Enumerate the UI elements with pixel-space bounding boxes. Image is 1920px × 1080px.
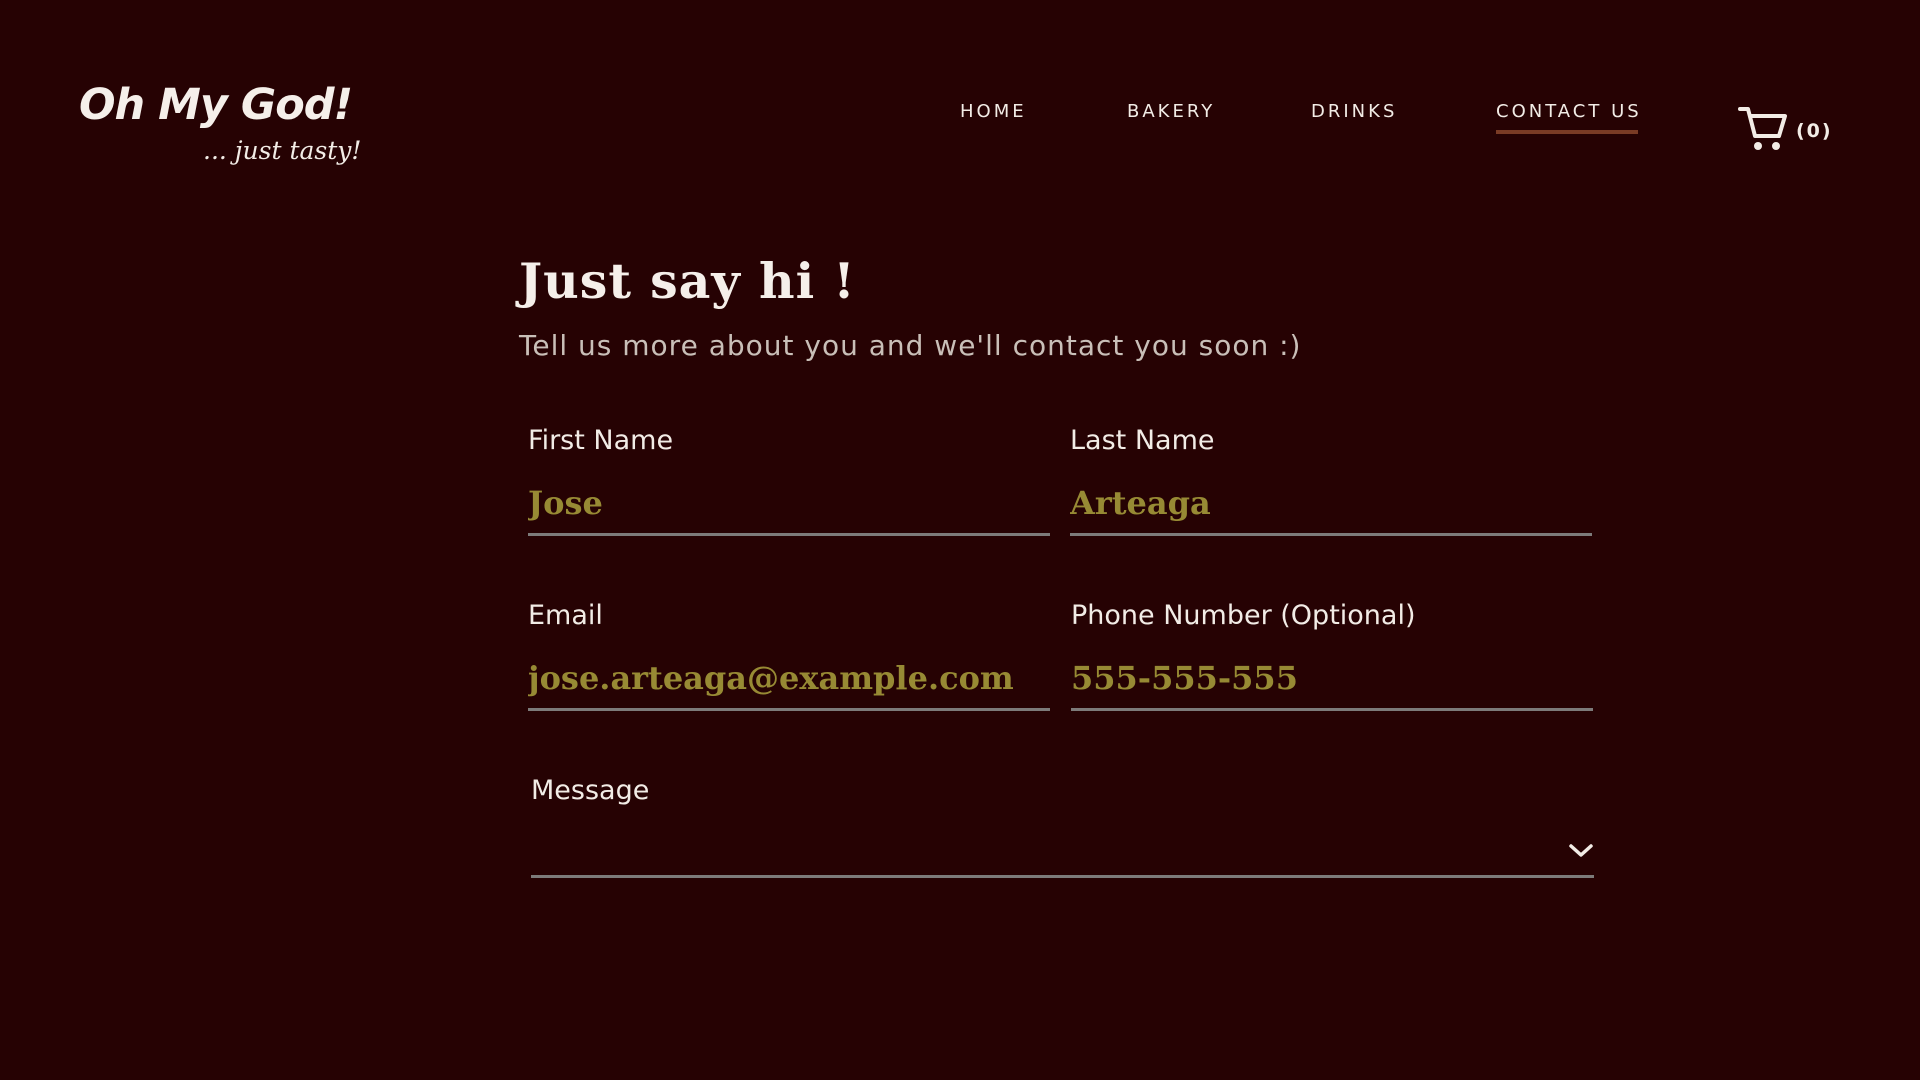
message-group: Message <box>531 775 1594 878</box>
last-name-group: Last Name <box>1070 425 1592 536</box>
first-name-field[interactable] <box>528 478 1050 536</box>
phone-group: Phone Number (Optional) <box>1071 600 1593 711</box>
phone-field[interactable] <box>1071 653 1593 711</box>
first-name-label: First Name <box>528 425 674 456</box>
message-field[interactable] <box>531 820 1535 876</box>
contact-page: Oh My God! ... just tasty! HOME BAKERY D… <box>0 0 1920 1080</box>
last-name-field[interactable] <box>1070 478 1592 536</box>
chevron-down-icon[interactable] <box>1568 842 1594 860</box>
nav-item-drinks[interactable]: DRINKS <box>1311 101 1397 122</box>
shopping-cart-icon <box>1738 104 1788 156</box>
page-title: Just say hi ! <box>519 252 856 310</box>
brand-title: Oh My God! <box>79 80 353 130</box>
page-subtitle: Tell us more about you and we'll contact… <box>519 329 1302 362</box>
last-name-label: Last Name <box>1070 425 1215 456</box>
message-label: Message <box>531 775 650 806</box>
first-name-group: First Name <box>528 425 1050 536</box>
nav-item-contact-us[interactable]: CONTACT US <box>1496 101 1642 134</box>
brand-logo[interactable]: Oh My God! ... just tasty! <box>79 80 361 166</box>
email-field[interactable] <box>528 653 1050 711</box>
email-group: Email <box>528 600 1050 711</box>
email-label: Email <box>528 600 603 631</box>
phone-label: Phone Number (Optional) <box>1071 600 1416 631</box>
brand-tagline: ... just tasty! <box>203 136 362 165</box>
cart-button[interactable]: (0) <box>1738 104 1833 156</box>
nav-item-bakery[interactable]: BAKERY <box>1127 101 1215 122</box>
cart-count: (0) <box>1796 120 1833 142</box>
message-row <box>531 820 1594 878</box>
nav-item-home[interactable]: HOME <box>960 101 1027 122</box>
